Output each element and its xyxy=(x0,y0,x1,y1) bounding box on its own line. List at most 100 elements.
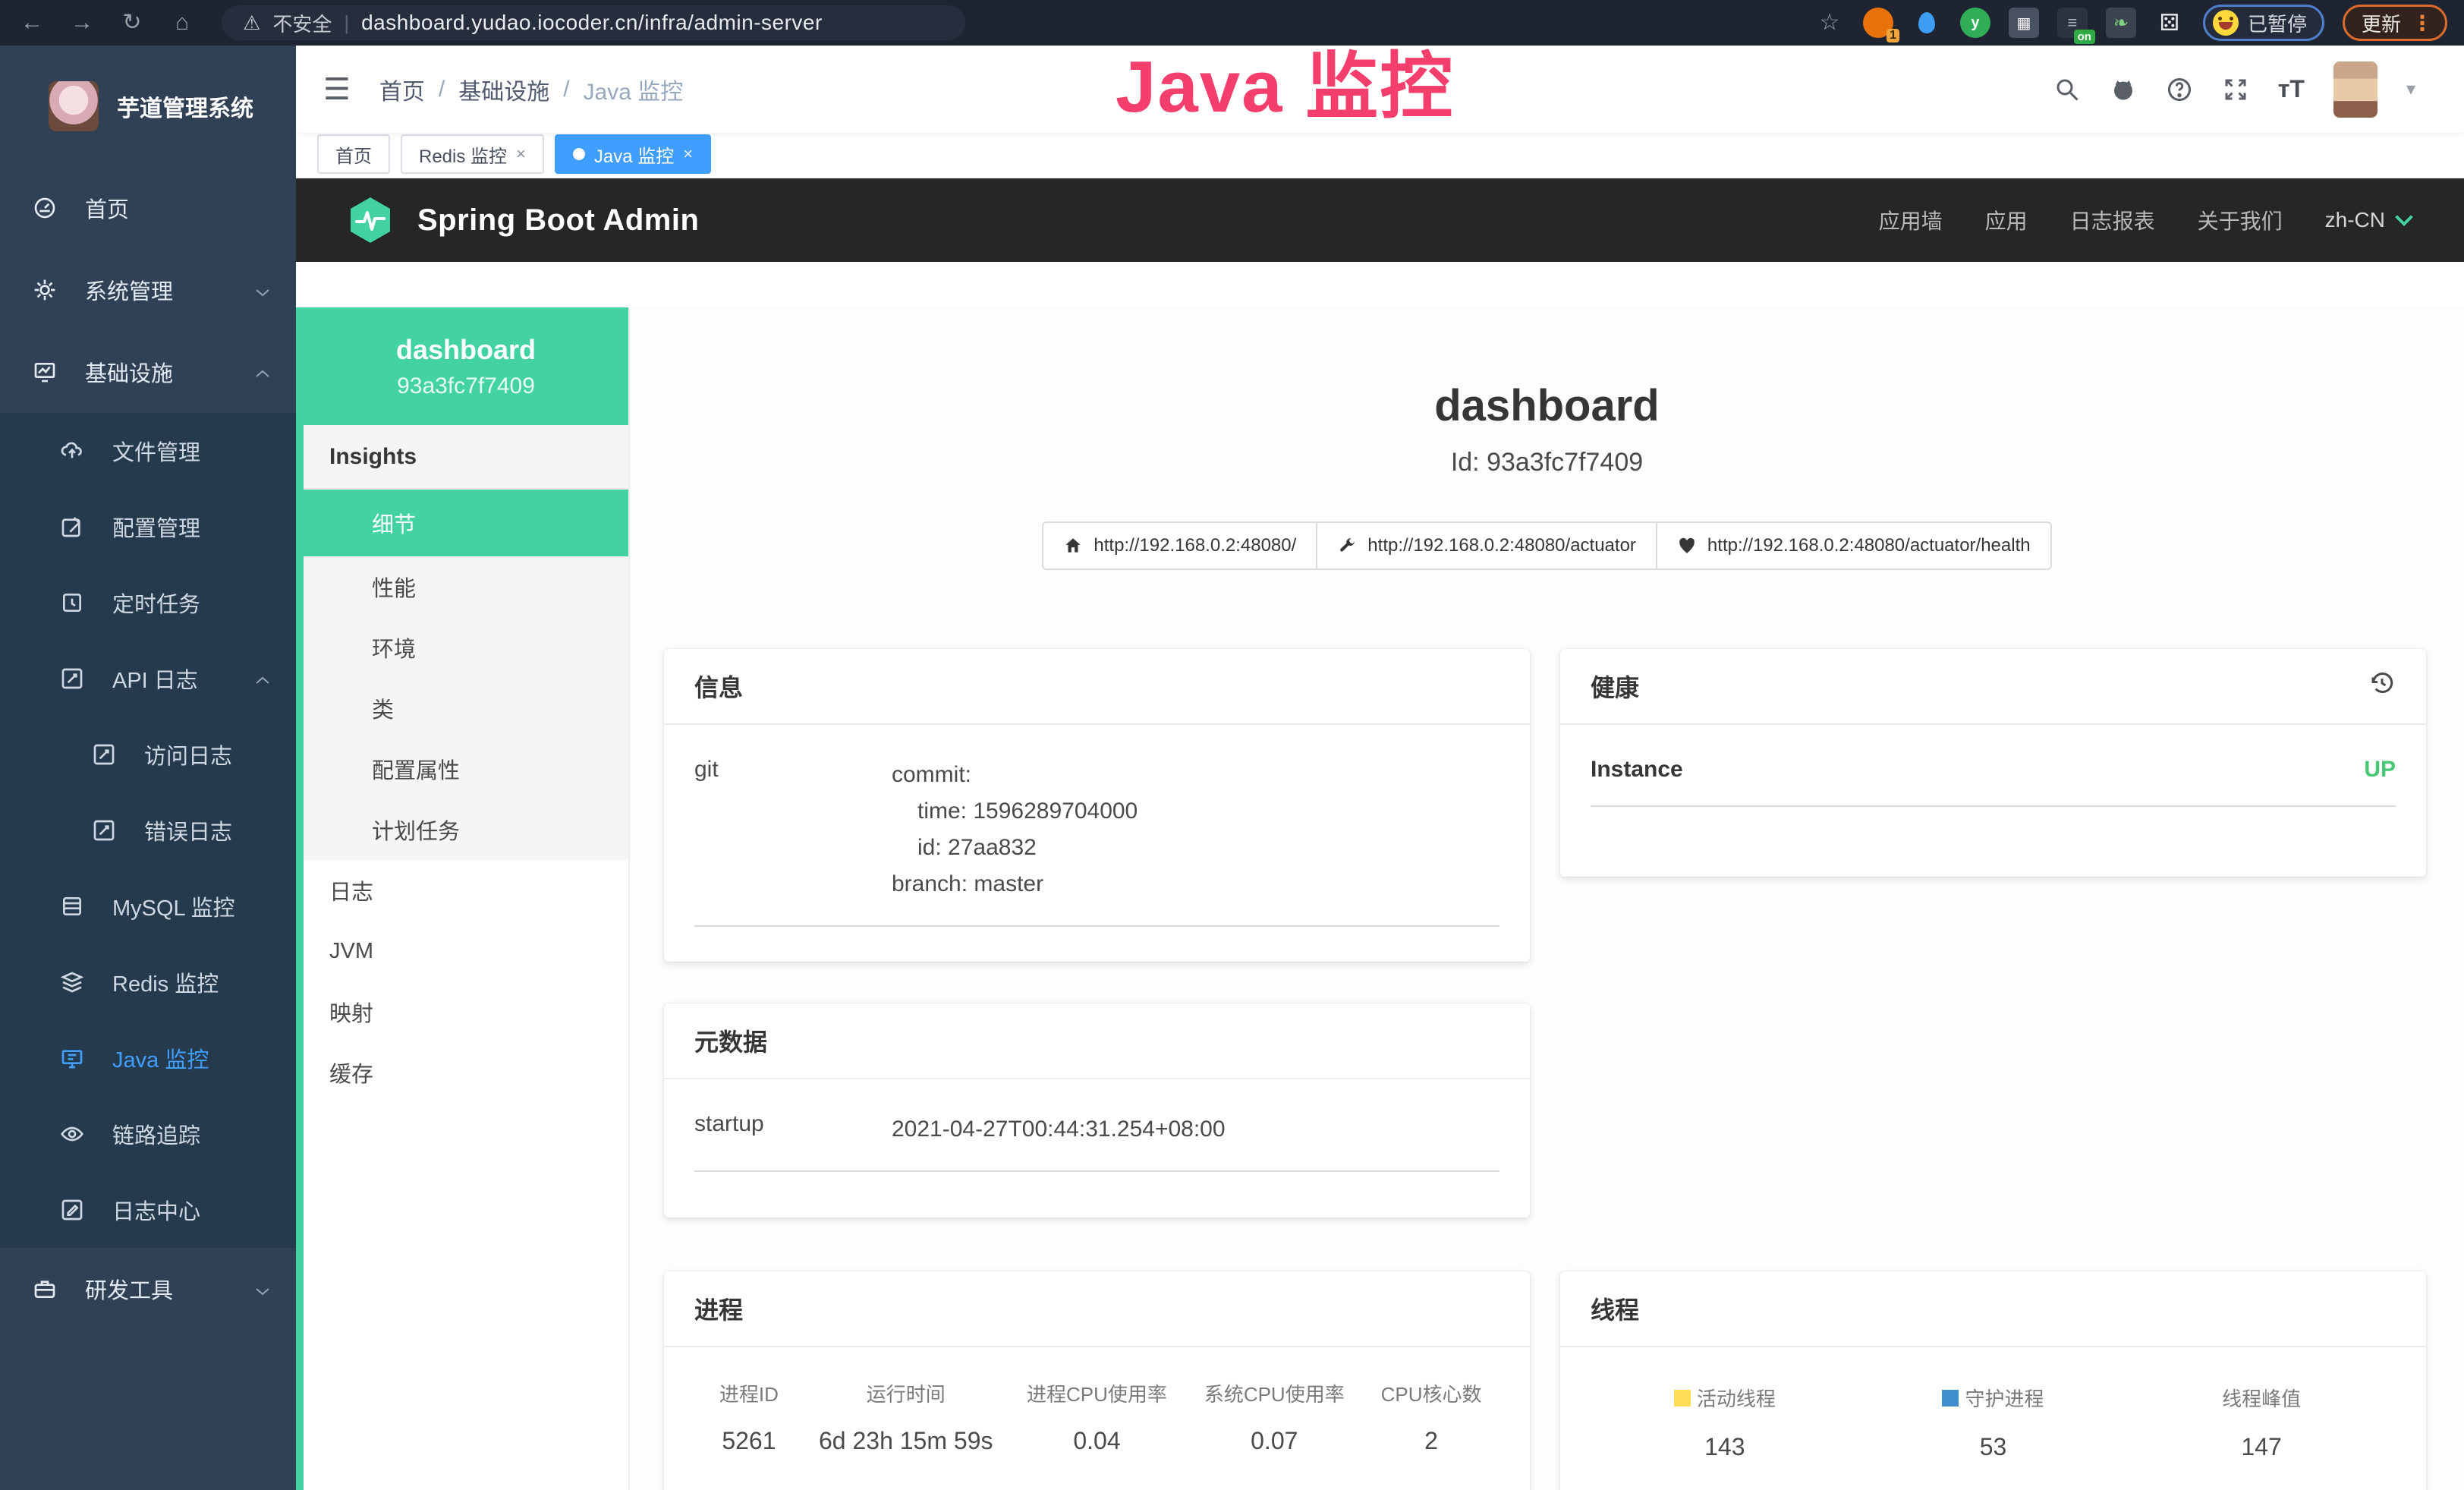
sidebar-item-error-log[interactable]: 错误日志 xyxy=(0,792,296,868)
endpoint-actuator-button[interactable]: http://192.168.0.2:48080/actuator xyxy=(1317,521,1657,570)
endpoint-buttons: http://192.168.0.2:48080/ http://192.168… xyxy=(630,521,2464,570)
sba-locale-select[interactable]: zh-CN xyxy=(2325,208,2414,232)
endpoint-health-button[interactable]: http://192.168.0.2:48080/actuator/health xyxy=(1657,521,2052,570)
reload-icon[interactable]: ↻ xyxy=(117,11,147,34)
subnav-item-classes[interactable]: 类 xyxy=(304,678,628,739)
search-icon[interactable] xyxy=(2053,76,2081,103)
subnav-item-config-props[interactable]: 配置属性 xyxy=(304,739,628,799)
subnav-item-logs[interactable]: 日志 xyxy=(304,860,628,921)
sidebar-item-label: Java 监控 xyxy=(112,1042,209,1074)
sba-nav-about[interactable]: 关于我们 xyxy=(2198,205,2283,235)
breadcrumb-item[interactable]: 基础设施 xyxy=(458,73,549,106)
sidebar-item-mysql[interactable]: MySQL 监控 xyxy=(0,868,296,944)
url-text[interactable]: dashboard.yudao.iocoder.cn/infra/admin-s… xyxy=(361,11,823,35)
instance-id: 93a3fc7f7409 xyxy=(397,373,535,399)
home-icon[interactable]: ⌂ xyxy=(167,11,197,34)
subnav-item-mappings[interactable]: 映射 xyxy=(304,981,628,1042)
subnav-item-caches[interactable]: 缓存 xyxy=(304,1042,628,1103)
tag-redis[interactable]: Redis 监控 × xyxy=(401,134,544,174)
tags-bar: 首页 Redis 监控 × Java 监控 × xyxy=(296,133,2464,178)
sidebar-item-api-log[interactable]: API 日志 xyxy=(0,641,296,717)
subnav-item-scheduled-tasks[interactable]: 计划任务 xyxy=(304,799,628,860)
bookmark-star-icon[interactable]: ☆ xyxy=(1814,11,1845,34)
extension-colorzilla-icon[interactable]: 1 xyxy=(1863,8,1893,38)
sidebar-item-label: 访问日志 xyxy=(144,739,232,770)
extension-y-icon[interactable]: y xyxy=(1960,8,1990,38)
extension-switch-icon[interactable]: ≡ on xyxy=(2057,8,2088,38)
sba-nav-journal[interactable]: 日志报表 xyxy=(2070,205,2155,235)
sidebar-item-java[interactable]: Java 监控 xyxy=(0,1020,296,1096)
main-area: ☰ 首页 / 基础设施 / Java 监控 ᴛT ▾ xyxy=(296,46,2464,1490)
font-size-icon[interactable]: ᴛT xyxy=(2278,75,2305,103)
fullscreen-icon[interactable] xyxy=(2222,76,2249,103)
github-icon[interactable] xyxy=(2110,76,2137,103)
insights-group-label: Insights xyxy=(304,425,628,490)
browser-update-button[interactable]: 更新 ⋮ xyxy=(2343,5,2447,41)
hamburger-icon[interactable]: ☰ xyxy=(323,72,351,107)
sidebar-item-file[interactable]: 文件管理 xyxy=(0,413,296,489)
tag-home[interactable]: 首页 xyxy=(317,134,390,174)
card-body: Instance UP xyxy=(1560,725,2426,845)
extension-leaf-icon[interactable]: ❧ xyxy=(2106,8,2136,38)
chevron-down-icon xyxy=(2394,214,2414,226)
subnav-item-environment[interactable]: 环境 xyxy=(304,617,628,678)
sba-nav-applications-wall[interactable]: 应用墙 xyxy=(1879,205,1943,235)
sidebar-item-label: 首页 xyxy=(85,192,129,224)
sba-nav-applications[interactable]: 应用 xyxy=(1985,205,2028,235)
breadcrumb-item[interactable]: 首页 xyxy=(379,73,425,106)
kebab-menu-icon[interactable]: ⋮ xyxy=(2412,11,2433,36)
address-bar[interactable]: ⚠ 不安全 | dashboard.yudao.iocoder.cn/infra… xyxy=(222,5,965,40)
page: ← → ↻ ⌂ ⚠ 不安全 | dashboard.yudao.iocoder.… xyxy=(0,0,2464,1490)
subnav-item-jvm[interactable]: JVM xyxy=(304,921,628,981)
close-icon[interactable]: × xyxy=(683,144,693,164)
instance-header[interactable]: dashboard 93a3fc7f7409 xyxy=(304,307,628,425)
sidebar-item-label: Redis 监控 xyxy=(112,966,219,998)
app-logo-row[interactable]: 芋道管理系统 xyxy=(0,46,296,167)
sidebar-item-access-log[interactable]: 访问日志 xyxy=(0,717,296,792)
info-card: 信息 git commit: time: 1596289704000 id: 2… xyxy=(664,649,1530,962)
sidebar-item-trace[interactable]: 链路追踪 xyxy=(0,1096,296,1172)
forward-icon[interactable]: → xyxy=(67,11,97,34)
sidebar-item-infra[interactable]: 基础设施 xyxy=(0,331,296,413)
sidebar-item-config[interactable]: 配置管理 xyxy=(0,489,296,565)
health-instance-row[interactable]: Instance UP xyxy=(1591,757,2396,807)
sba-content: dashboard 93a3fc7f7409 Insights 细节 性能 环境… xyxy=(296,307,2464,1490)
endpoint-url: http://192.168.0.2:48080/actuator/health xyxy=(1707,535,2031,556)
page-subtitle-id: Id: 93a3fc7f7409 xyxy=(630,448,2464,477)
instance-sidebar: dashboard 93a3fc7f7409 Insights 细节 性能 环境… xyxy=(296,307,630,1490)
sidebar-item-home[interactable]: 首页 xyxy=(0,167,296,249)
back-icon[interactable]: ← xyxy=(17,11,47,34)
extension-drop-icon[interactable] xyxy=(1912,8,1942,38)
navbar-actions: ᴛT ▾ xyxy=(2053,61,2437,118)
thread-legend: 活动线程 守护进程 线程峰值 143 xyxy=(1591,1384,2396,1461)
paused-label: 已暂停 xyxy=(2248,9,2307,37)
caret-down-icon[interactable]: ▾ xyxy=(2406,78,2415,100)
history-icon[interactable] xyxy=(2368,669,2396,703)
subnav-item-details[interactable]: 细节 xyxy=(304,490,628,556)
legend-label: 守护进程 xyxy=(1965,1384,2044,1412)
profile-paused-badge[interactable]: 已暂停 xyxy=(2203,5,2324,41)
subnav-item-metrics[interactable]: 性能 xyxy=(304,556,628,617)
help-icon[interactable] xyxy=(2166,76,2193,103)
close-icon[interactable]: × xyxy=(516,144,526,164)
sidebar-item-label: API 日志 xyxy=(112,663,198,695)
sidebar-item-redis[interactable]: Redis 监控 xyxy=(0,944,296,1020)
log-edit-icon xyxy=(91,818,117,843)
card-header: 健康 xyxy=(1560,649,2426,725)
endpoint-home-button[interactable]: http://192.168.0.2:48080/ xyxy=(1042,521,1317,570)
extensions-puzzle-icon[interactable]: ⚄ xyxy=(2154,8,2185,38)
sba-title[interactable]: Spring Boot Admin xyxy=(417,203,699,238)
sidebar-item-dev-tools[interactable]: 研发工具 xyxy=(0,1248,296,1330)
tag-java-active[interactable]: Java 监控 × xyxy=(555,134,711,174)
sidebar-item-system[interactable]: 系统管理 xyxy=(0,249,296,331)
process-col-header: CPU核心数 xyxy=(1363,1379,1499,1407)
tag-label: Redis 监控 xyxy=(419,141,507,168)
avatar[interactable] xyxy=(2333,61,2377,118)
legend-swatch-blue xyxy=(1942,1390,1959,1407)
git-branch-line: branch: master xyxy=(892,866,1138,903)
extension-grid-icon[interactable]: ▦ xyxy=(2009,8,2039,38)
sidebar-item-job[interactable]: 定时任务 xyxy=(0,565,296,641)
sidebar-item-log-center[interactable]: 日志中心 xyxy=(0,1172,296,1248)
edit-icon xyxy=(59,515,85,539)
annotation-java-monitor: Java 监控 xyxy=(1116,27,1454,133)
